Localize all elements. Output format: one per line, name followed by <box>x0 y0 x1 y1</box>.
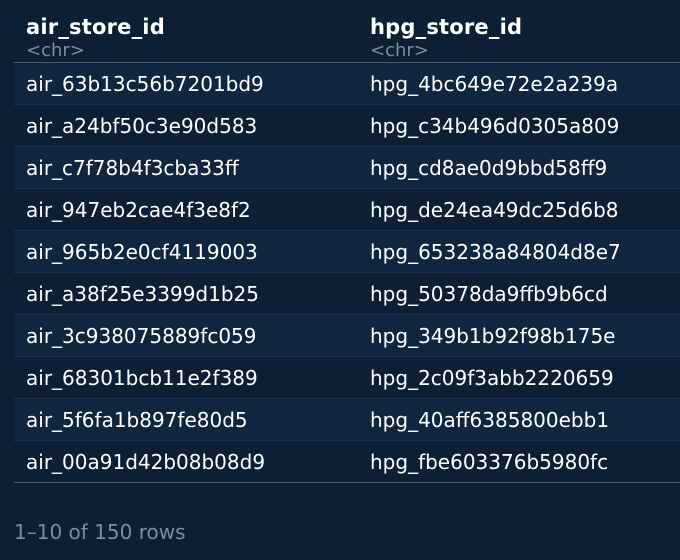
column-name: air_store_id <box>26 15 165 39</box>
table-cell: hpg_cd8ae0d9bbd58ff9 <box>358 146 680 189</box>
table-cell: air_00a91d42b08b08d9 <box>14 440 358 483</box>
table-viewer: air_store_id <chr> hpg_store_id <chr> ai… <box>0 0 680 560</box>
header-row: air_store_id <chr> hpg_store_id <chr> <box>14 0 680 63</box>
table-cell: air_965b2e0cf4119003 <box>14 230 358 273</box>
table-header: air_store_id <chr> hpg_store_id <chr> <box>14 0 680 63</box>
data-table: air_store_id <chr> hpg_store_id <chr> ai… <box>14 0 680 483</box>
table-cell: hpg_40aff6385800ebb1 <box>358 398 680 441</box>
table-row: air_5f6fa1b897fe80d5 hpg_40aff6385800ebb… <box>14 398 680 441</box>
table-row: air_965b2e0cf4119003 hpg_653238a84804d8e… <box>14 230 680 273</box>
column-name: hpg_store_id <box>370 15 523 39</box>
table-cell: air_3c938075889fc059 <box>14 314 358 357</box>
table-cell: hpg_653238a84804d8e7 <box>358 230 680 273</box>
data-table-container: air_store_id <chr> hpg_store_id <chr> ai… <box>14 0 680 483</box>
table-row: air_68301bcb11e2f389 hpg_2c09f3abb222065… <box>14 356 680 399</box>
table-row: air_a24bf50c3e90d583 hpg_c34b496d0305a80… <box>14 104 680 147</box>
table-cell: hpg_c34b496d0305a809 <box>358 104 680 147</box>
table-row: air_947eb2cae4f3e8f2 hpg_de24ea49dc25d6b… <box>14 188 680 231</box>
table-cell: hpg_50378da9ffb9b6cd <box>358 272 680 315</box>
pagination-status: 1–10 of 150 rows <box>14 520 186 544</box>
table-cell: air_a38f25e3399d1b25 <box>14 272 358 315</box>
column-header-hpg-store-id[interactable]: hpg_store_id <chr> <box>358 0 680 63</box>
table-cell: air_a24bf50c3e90d583 <box>14 104 358 147</box>
table-cell: air_c7f78b4f3cba33ff <box>14 146 358 189</box>
column-type: <chr> <box>370 40 429 61</box>
table-row: air_c7f78b4f3cba33ff hpg_cd8ae0d9bbd58ff… <box>14 146 680 189</box>
table-row: air_3c938075889fc059 hpg_349b1b92f98b175… <box>14 314 680 357</box>
table-cell: air_68301bcb11e2f389 <box>14 356 358 399</box>
table-cell: hpg_fbe603376b5980fc <box>358 440 680 483</box>
column-type: <chr> <box>26 40 85 61</box>
table-cell: hpg_2c09f3abb2220659 <box>358 356 680 399</box>
column-header-air-store-id[interactable]: air_store_id <chr> <box>14 0 358 63</box>
table-row: air_63b13c56b7201bd9 hpg_4bc649e72e2a239… <box>14 62 680 105</box>
table-cell: hpg_4bc649e72e2a239a <box>358 62 680 105</box>
table-cell: air_63b13c56b7201bd9 <box>14 62 358 105</box>
table-row: air_00a91d42b08b08d9 hpg_fbe603376b5980f… <box>14 440 680 483</box>
table-cell: air_947eb2cae4f3e8f2 <box>14 188 358 231</box>
table-body: air_63b13c56b7201bd9 hpg_4bc649e72e2a239… <box>14 62 680 483</box>
table-row: air_a38f25e3399d1b25 hpg_50378da9ffb9b6c… <box>14 272 680 315</box>
table-cell: air_5f6fa1b897fe80d5 <box>14 398 358 441</box>
table-cell: hpg_349b1b92f98b175e <box>358 314 680 357</box>
table-cell: hpg_de24ea49dc25d6b8 <box>358 188 680 231</box>
